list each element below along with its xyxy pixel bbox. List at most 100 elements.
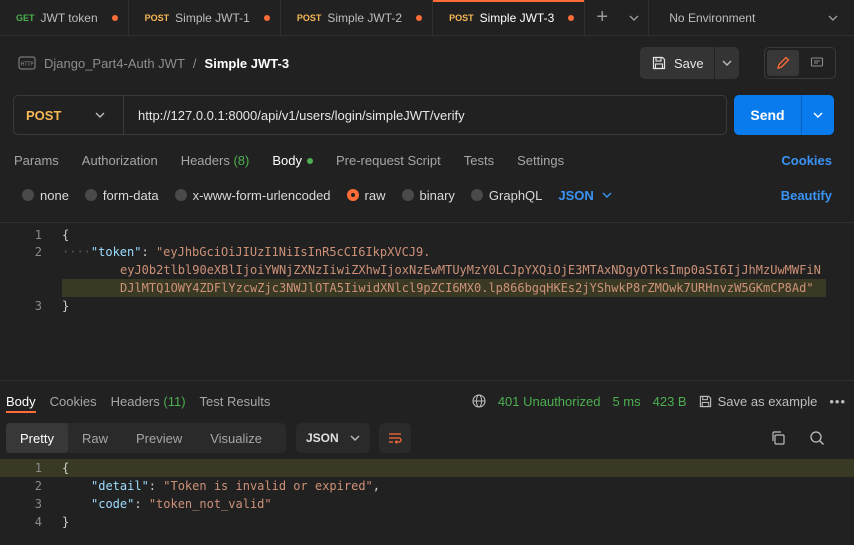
code-line-wrap-highlighted: DJlMTQ1OWY4ZDFlYzcwZjc3NWJlOTA5IiwidXNlc… — [62, 279, 826, 297]
send-options-chevron-icon[interactable] — [802, 95, 834, 135]
tab-simple-jwt-1[interactable]: POST Simple JWT-1 — [129, 0, 281, 35]
code-line: 4 } — [0, 513, 854, 531]
tab-params[interactable]: Params — [14, 153, 59, 168]
send-button[interactable]: Send — [734, 95, 802, 135]
save-as-example-button[interactable]: Save as example — [699, 393, 818, 409]
tabs-dropdown-chevron-icon[interactable] — [619, 0, 650, 35]
tab-simple-jwt-2[interactable]: POST Simple JWT-2 — [281, 0, 434, 35]
documentation-comment-icon[interactable] — [801, 50, 833, 76]
pane-divider[interactable] — [0, 380, 854, 381]
radio-binary[interactable]: binary — [401, 187, 455, 203]
new-tab-plus-icon[interactable]: + — [585, 0, 619, 35]
url-input[interactable]: http://127.0.0.1:8000/api/v1/users/login… — [124, 108, 465, 123]
edit-pencil-icon[interactable] — [767, 50, 799, 76]
cookies-link[interactable]: Cookies — [781, 153, 832, 168]
radio-circle-icon — [470, 189, 483, 201]
json-string: eyJ0b2tlbl90eXBlIjoiYWNjZXNzIiwiZXhwIjox… — [120, 263, 821, 277]
tab-tests[interactable]: Tests — [464, 153, 494, 168]
radio-circle-icon — [174, 189, 187, 201]
code-line: 2 "detail": "Token is invalid or expired… — [0, 477, 854, 495]
line-number: 2 — [34, 479, 42, 493]
json-string: "Token is invalid or expired" — [163, 479, 373, 493]
status-badge[interactable]: 401 Unauthorized — [498, 394, 601, 409]
tab-simple-jwt-3[interactable]: POST Simple JWT-3 — [433, 0, 586, 35]
radio-raw[interactable]: raw — [346, 188, 386, 203]
view-pretty[interactable]: Pretty — [6, 423, 68, 453]
copy-icon[interactable] — [770, 430, 786, 446]
response-format-label: JSON — [306, 431, 339, 445]
code-line-wrap: eyJ0b2tlbl90eXBlIjoiYWNjZXNzIiwiZXhwIjox… — [0, 261, 854, 279]
response-view-modes: Pretty Raw Preview Visualize — [6, 423, 286, 453]
breadcrumb-collection[interactable]: Django_Part4-Auth JWT — [44, 56, 185, 71]
tab-authorization[interactable]: Authorization — [82, 153, 158, 168]
environment-selector[interactable]: No Environment — [649, 0, 854, 35]
request-body-editor[interactable]: 1 { 2 ····"token": "eyJhbGciOiJIUzI1NiIs… — [0, 222, 854, 380]
radio-circle-icon — [84, 189, 97, 201]
tab-method: POST — [296, 12, 322, 23]
method-label: POST — [26, 107, 62, 123]
response-tab-test-results[interactable]: Test Results — [200, 394, 271, 409]
request-tabs: Params Authorization Headers (8) Body Pr… — [14, 150, 832, 170]
tab-body[interactable]: Body — [272, 153, 313, 168]
more-options-icon[interactable]: ••• — [829, 394, 846, 409]
wrap-lines-button[interactable] — [379, 423, 411, 453]
view-preview[interactable]: Preview — [122, 423, 196, 453]
save-options-chevron-icon[interactable] — [715, 60, 739, 66]
view-raw[interactable]: Raw — [68, 423, 122, 453]
tab-settings[interactable]: Settings — [517, 153, 564, 168]
save-as-example-label: Save as example — [717, 393, 818, 409]
unsaved-dot-icon — [263, 14, 270, 21]
view-visualize[interactable]: Visualize — [196, 423, 276, 453]
radio-label: none — [40, 187, 69, 203]
response-body-viewer[interactable]: 1 { 2 "detail": "Token is invalid or exp… — [0, 459, 854, 545]
chevron-down-icon — [350, 435, 360, 441]
radio-urlencoded[interactable]: x-www-form-urlencoded — [174, 187, 331, 203]
response-size[interactable]: 423 B — [653, 394, 687, 409]
wrap-lines-icon — [389, 433, 402, 444]
radio-none[interactable]: none — [22, 188, 69, 203]
response-tab-body[interactable]: Body — [6, 394, 36, 409]
json-string: "eyJhbGciOiJIUzI1NiIsInR5cCI6IkpXVCJ9. — [155, 245, 431, 259]
active-tab-indicator — [6, 411, 36, 413]
radio-selected-icon — [346, 189, 359, 201]
save-button[interactable]: Save — [640, 47, 715, 79]
json-colon: : — [141, 245, 156, 259]
tab-headers[interactable]: Headers (8) — [181, 153, 250, 168]
body-active-dot-icon — [306, 158, 313, 165]
response-tab-headers-label: Headers — [110, 393, 160, 409]
response-time[interactable]: 5 ms — [612, 394, 640, 409]
code-text: "code": "token_not_valid" — [91, 497, 272, 511]
json-string: "token_not_valid" — [148, 497, 272, 511]
radio-graphql[interactable]: GraphQL — [470, 187, 543, 203]
tab-label: Simple JWT-3 — [479, 10, 555, 25]
radio-circle-icon — [401, 189, 414, 201]
tab-body-label: Body — [272, 152, 302, 168]
url-bar: POST http://127.0.0.1:8000/api/v1/users/… — [13, 95, 727, 135]
response-format-selector[interactable]: JSON — [296, 423, 370, 453]
chevron-down-icon — [602, 192, 612, 198]
code-text: ····"token": "eyJhbGciOiJIUzI1NiIsInR5cC… — [62, 243, 430, 261]
radio-form-data[interactable]: form-data — [84, 188, 159, 203]
method-selector[interactable]: POST — [14, 96, 124, 134]
breadcrumb-request-name[interactable]: Simple JWT-3 — [205, 56, 290, 71]
response-tab-headers[interactable]: Headers (11) — [111, 394, 186, 409]
request-tab-bar: GET JWT token POST Simple JWT-1 POST Sim… — [0, 0, 854, 36]
line-number: 3 — [34, 299, 42, 313]
chevron-down-icon — [95, 112, 105, 118]
radio-label: x-www-form-urlencoded — [192, 187, 331, 203]
tab-method: POST — [144, 12, 170, 23]
radio-label: GraphQL — [488, 187, 543, 203]
tab-method: GET — [16, 12, 35, 23]
breadcrumb-separator: / — [192, 55, 197, 71]
breadcrumb: HTTP Django_Part4-Auth JWT / Simple JWT-… — [18, 52, 289, 74]
beautify-button[interactable]: Beautify — [781, 188, 832, 203]
line-number: 3 — [34, 497, 42, 511]
search-icon[interactable] — [809, 430, 825, 446]
response-tab-cookies[interactable]: Cookies — [50, 394, 97, 409]
globe-icon[interactable] — [472, 394, 486, 408]
tab-pre-request-script[interactable]: Pre-request Script — [336, 153, 441, 168]
raw-format-selector[interactable]: JSON — [558, 188, 612, 203]
code-line: 1 { — [0, 226, 854, 244]
tab-jwt-token[interactable]: GET JWT token — [0, 0, 129, 35]
radio-label: binary — [419, 187, 455, 203]
